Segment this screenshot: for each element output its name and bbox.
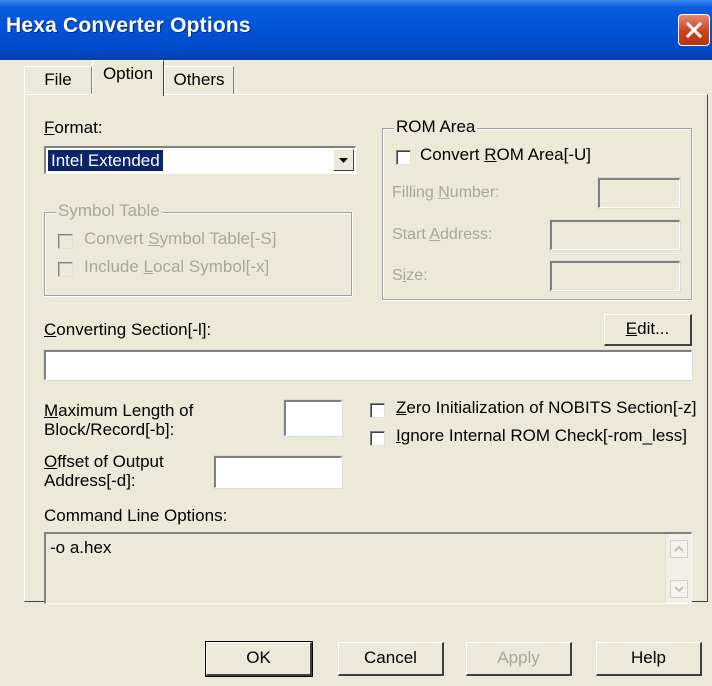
edit-button[interactable]: Edit...	[604, 314, 692, 346]
apply-button[interactable]: Apply	[466, 642, 572, 676]
zero-initialization-checkbox[interactable]	[370, 403, 385, 418]
tab-file-label: File	[44, 70, 72, 89]
chevron-down-icon	[674, 586, 684, 593]
convert-rom-area-checkbox[interactable]	[396, 150, 411, 165]
ignore-internal-rom-check-checkbox[interactable]	[370, 431, 385, 446]
chevron-down-icon	[339, 158, 348, 163]
offset-output-address-input[interactable]	[213, 455, 343, 489]
start-address-label: Start Address:	[392, 226, 493, 243]
command-line-text: -o a.hex	[50, 538, 112, 557]
rom-area-title: ROM Area	[394, 117, 478, 137]
include-local-symbol-checkbox[interactable]	[58, 262, 73, 277]
maximum-length-label: Maximum Length of Block/Record[-b]:	[44, 401, 194, 439]
convert-symbol-table-checkbox[interactable]	[58, 234, 73, 249]
convert-symbol-table-label: Convert Symbol Table[-S]	[84, 229, 277, 248]
tab-others-label: Others	[173, 70, 225, 89]
tab-others[interactable]: Others	[164, 66, 234, 94]
command-line-options-textarea[interactable]: -o a.hex	[44, 532, 692, 604]
offset-output-address-label: Offset of Output Address[-d]:	[44, 452, 164, 490]
help-button[interactable]: Help	[596, 642, 702, 676]
tab-option[interactable]: Option	[92, 60, 164, 96]
size-label: Size:	[392, 267, 428, 284]
filling-number-field[interactable]	[597, 177, 681, 209]
maximum-length-input[interactable]	[283, 399, 343, 437]
size-field[interactable]	[549, 260, 681, 292]
command-line-options-label: Command Line Options:	[44, 506, 228, 525]
scroll-up-button[interactable]	[670, 540, 688, 558]
converting-section-input[interactable]	[43, 349, 693, 381]
cancel-button[interactable]: Cancel	[338, 642, 444, 676]
format-label: Format:	[44, 118, 103, 137]
symbol-table-group	[44, 212, 352, 296]
window-title: Hexa Converter Options	[6, 14, 251, 37]
vertical-scrollbar[interactable]	[665, 534, 691, 603]
converting-section-label: Converting Section[-l]:	[44, 320, 212, 339]
close-button[interactable]	[678, 14, 710, 46]
filling-number-label: Filling Number:	[392, 184, 500, 201]
format-selected-value: Intel Extended	[48, 150, 163, 171]
ignore-internal-rom-check-label: Ignore Internal ROM Check[-rom_less]	[396, 426, 688, 445]
convert-rom-area-label: Convert ROM Area[-U]	[420, 145, 591, 164]
chevron-up-icon	[674, 545, 684, 552]
start-address-field[interactable]	[549, 219, 681, 251]
scroll-down-button[interactable]	[670, 580, 688, 598]
ok-button[interactable]: OK	[205, 641, 313, 677]
close-icon	[686, 22, 702, 38]
tab-option-label: Option	[102, 64, 154, 83]
dropdown-arrow-button[interactable]	[333, 149, 354, 171]
include-local-symbol-label: Include Local Symbol[-x]	[84, 257, 270, 276]
format-select[interactable]: Intel Extended	[44, 146, 356, 174]
symbol-table-title: Symbol Table	[56, 201, 162, 221]
tab-file[interactable]: File	[24, 66, 92, 94]
zero-initialization-label: Zero Initialization of NOBITS Section[-z…	[396, 398, 697, 417]
